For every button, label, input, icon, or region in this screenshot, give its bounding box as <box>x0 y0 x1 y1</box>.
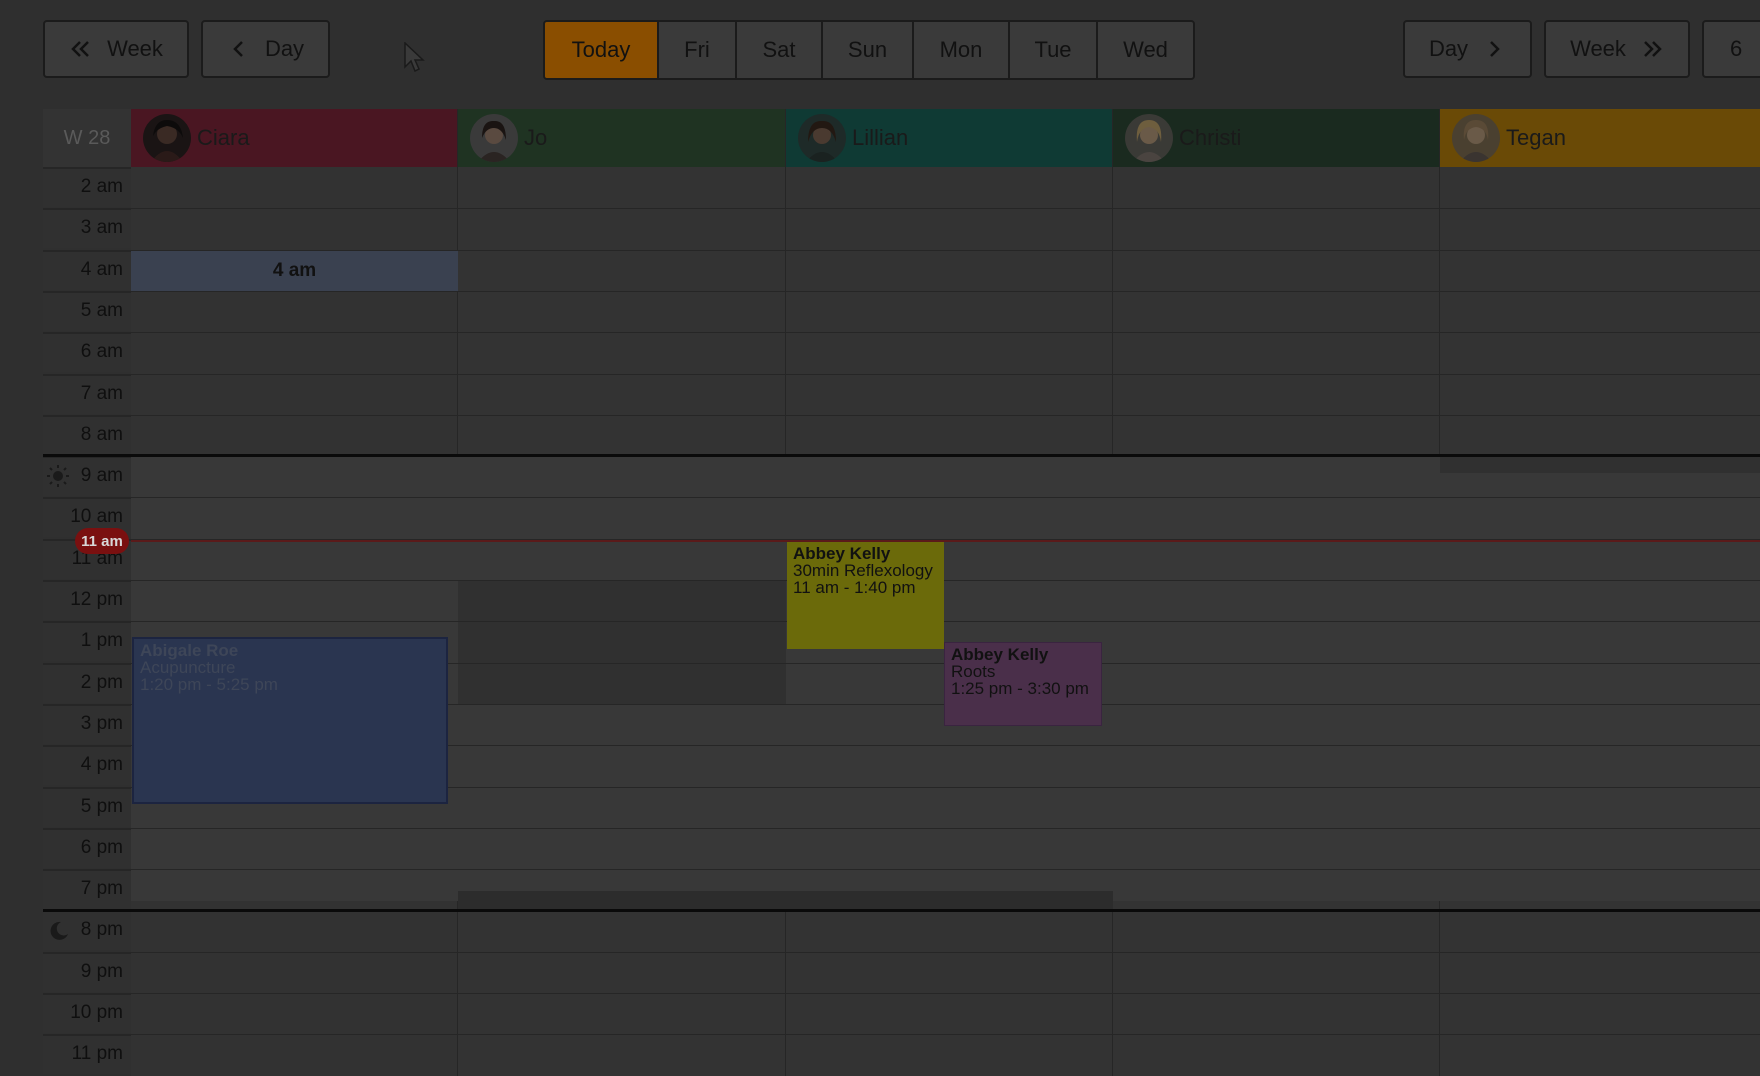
appointment-service: Roots <box>951 662 996 681</box>
staff-name: Tegan <box>1506 125 1566 150</box>
avatar <box>470 114 518 162</box>
staff-header-ciara[interactable]: Ciara <box>131 109 458 167</box>
hour-label: 3 am <box>80 217 123 239</box>
week-number: W 28 <box>43 109 131 167</box>
appointment-abbey-kelly-roots[interactable]: Abbey Kelly Roots 1:25 pm - 3:30 pm <box>944 642 1102 726</box>
next-day-label: Day <box>1428 36 1469 61</box>
hour-label: 5 am <box>80 299 123 321</box>
mouse-cursor-icon <box>404 42 425 73</box>
staff-name: Ciara <box>197 125 250 150</box>
hour-label: 10 pm <box>70 1002 123 1023</box>
hour-gridline <box>131 827 1760 829</box>
avatar <box>798 114 846 162</box>
day-tab-wed[interactable]: Wed <box>1096 22 1193 78</box>
hour-gridline <box>131 580 1760 581</box>
hour-label: 4 am <box>80 258 123 280</box>
hour-gridline <box>131 869 1760 871</box>
hour-label: 1 pm <box>80 630 123 652</box>
appointment-client: Abbey Kelly <box>793 544 891 563</box>
appointment-time: 1:25 pm - 3:30 pm <box>951 679 1089 698</box>
hour-label: 12 pm <box>70 589 123 610</box>
appointment-abbey-kelly-reflexology[interactable]: Abbey Kelly 30min Reflexology 11 am - 1:… <box>787 542 944 649</box>
appointment-client: Abigale Roe <box>140 641 239 660</box>
hour-label: 11 pm <box>71 1043 123 1065</box>
unavailable-block <box>458 891 1113 909</box>
hour-label: 3 pm <box>80 712 123 734</box>
hour-label: 5 pm <box>80 795 123 817</box>
hour-label: 2 am <box>80 176 123 197</box>
staff-name: Jo <box>524 125 548 150</box>
avatar <box>143 114 191 162</box>
day-tab-today[interactable]: Today <box>545 22 657 78</box>
hour-gridline <box>131 373 1760 375</box>
staff-name: Lillian <box>852 125 909 150</box>
highlight-slot[interactable]: 4 am <box>131 251 458 291</box>
extra-button[interactable]: 6 <box>1702 20 1760 78</box>
hour-label: 4 pm <box>80 754 123 776</box>
appointment-service: Acupuncture <box>140 658 236 677</box>
prev-week-button[interactable]: Week <box>43 20 189 78</box>
hour-label: 10 am <box>70 506 123 528</box>
hour-label: 8 am <box>80 423 123 445</box>
hour-gridline <box>131 497 1760 499</box>
hour-label: 6 am <box>80 341 123 363</box>
calendar-grid: W 28 Ciara Jo Lillian Christi Tegan 2 am… <box>43 109 1760 1076</box>
current-time-badge: 11 am <box>75 528 129 554</box>
toolbar: Week Day Today Fri Sat Sun Mon Tue Wed D… <box>0 0 1760 100</box>
hour-label: 6 pm <box>80 836 123 858</box>
staff-header-lillian[interactable]: Lillian <box>786 109 1113 167</box>
appointment-service: 30min Reflexology <box>793 561 933 580</box>
day-tab-sun[interactable]: Sun <box>821 22 912 78</box>
prev-week-label: Week <box>107 36 163 61</box>
day-tab-tue[interactable]: Tue <box>1008 22 1096 78</box>
unavailable-block <box>1440 455 1760 473</box>
current-time-line <box>131 540 1760 542</box>
hour-gridline <box>131 414 1760 416</box>
next-week-button[interactable]: Week <box>1544 20 1690 78</box>
avatar <box>1452 114 1500 162</box>
hour-label: 9 pm <box>80 960 123 982</box>
hour-label: 7 am <box>80 382 123 404</box>
extra-label: 6 <box>1730 36 1743 61</box>
unavailable-block <box>458 581 786 705</box>
double-chevron-right-icon <box>1644 41 1662 57</box>
appointment-time: 11 am - 1:40 pm <box>793 578 916 597</box>
hour-gridline <box>131 332 1760 334</box>
hour-label: 7 pm <box>80 878 123 900</box>
next-day-button[interactable]: Day <box>1403 20 1532 78</box>
hour-gridline <box>131 208 1760 210</box>
staff-name: Christi <box>1179 125 1242 150</box>
hour-gridline <box>131 621 1760 623</box>
chevron-left-icon <box>233 41 243 57</box>
next-week-label: Week <box>1570 36 1626 61</box>
avatar <box>1125 114 1173 162</box>
staff-header-jo[interactable]: Jo <box>458 109 786 167</box>
staff-header-christi[interactable]: Christi <box>1113 109 1440 167</box>
day-selector: Today Fri Sat Sun Mon Tue Wed <box>543 20 1195 80</box>
appointment-client: Abbey Kelly <box>951 645 1049 664</box>
hour-gridline <box>131 290 1760 292</box>
double-chevron-left-icon <box>71 41 89 57</box>
prev-day-button[interactable]: Day <box>201 20 330 78</box>
hour-gridline <box>131 993 1760 994</box>
day-tab-sat[interactable]: Sat <box>735 22 821 78</box>
day-start-divider <box>43 454 1760 457</box>
hour-label: 2 pm <box>80 671 123 693</box>
highlight-label: 4 am <box>272 260 317 281</box>
hour-gridline <box>131 1034 1760 1036</box>
sun-icon <box>47 465 69 487</box>
day-tab-fri[interactable]: Fri <box>657 22 735 78</box>
moon-icon <box>50 921 68 940</box>
staff-header-tegan[interactable]: Tegan <box>1440 109 1760 167</box>
hour-gridline <box>131 951 1760 953</box>
day-tab-mon[interactable]: Mon <box>912 22 1008 78</box>
appointment-time: 1:20 pm - 5:25 pm <box>140 675 278 694</box>
day-end-divider <box>43 909 1760 912</box>
prev-day-label: Day <box>264 36 305 61</box>
chevron-right-icon <box>1490 41 1500 57</box>
appointment-abigale-roe[interactable]: Abigale Roe Acupuncture 1:20 pm - 5:25 p… <box>132 637 448 804</box>
